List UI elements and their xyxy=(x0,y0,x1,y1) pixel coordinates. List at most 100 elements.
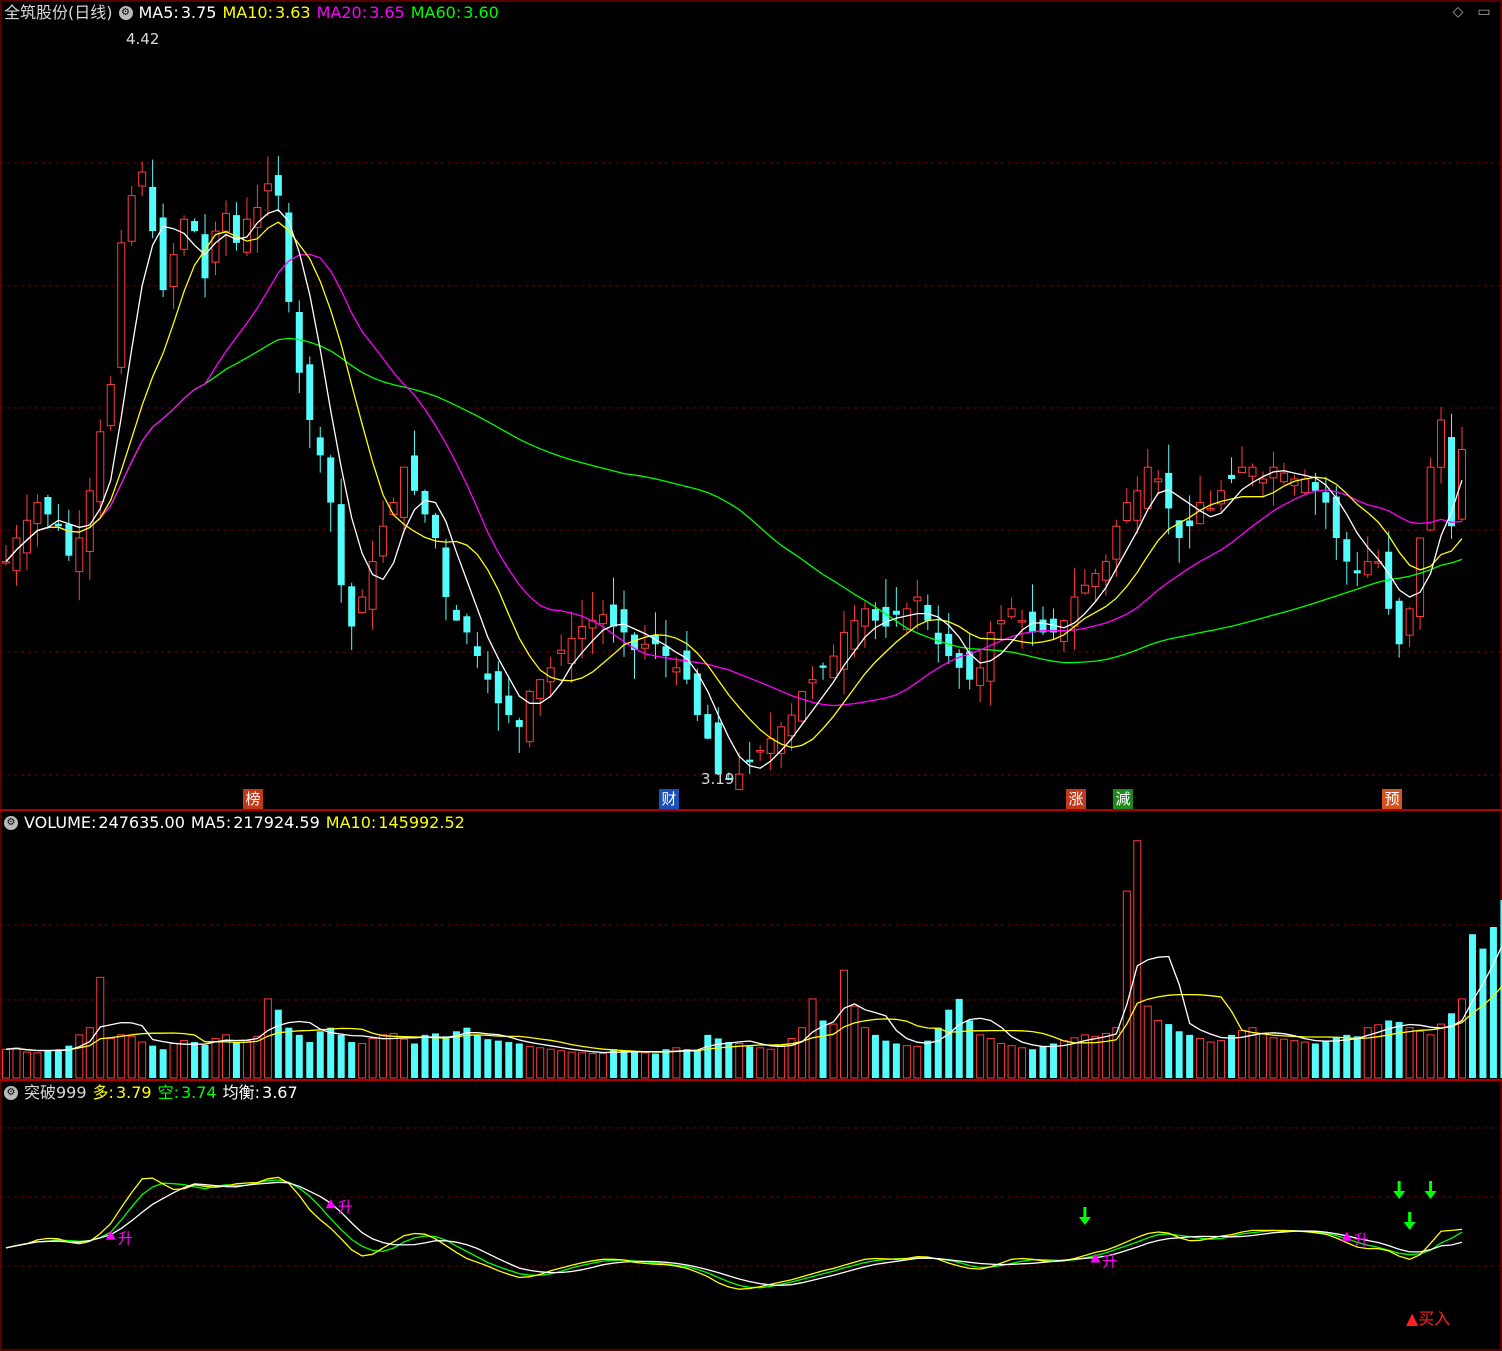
volume-bar xyxy=(1143,1005,1152,1079)
candle-up xyxy=(138,171,147,187)
candle-down xyxy=(201,234,209,279)
indicator-header: ⚙ 突破999 多: 3.79 空: 3.74 均衡: 3.67 xyxy=(4,1082,298,1104)
candle-up xyxy=(22,519,31,554)
volume-bar xyxy=(766,1048,775,1079)
candle-up xyxy=(1112,525,1121,560)
event-badge-bang[interactable]: 榜 xyxy=(243,789,263,809)
volume-bar xyxy=(1186,1034,1194,1078)
volume-bar xyxy=(232,1042,240,1078)
volume-bar xyxy=(306,1042,314,1078)
volume-bar xyxy=(484,1039,492,1078)
rise-label: 升 xyxy=(1102,1253,1117,1271)
volume-bar xyxy=(2,1048,10,1079)
candle-up xyxy=(536,679,545,699)
rise-label: 升 xyxy=(118,1230,133,1248)
down-arrow-head xyxy=(1424,1191,1437,1199)
chart-canvas[interactable]: 升升升升 xyxy=(0,0,1502,1351)
volume-bar xyxy=(839,969,848,1079)
candle-down xyxy=(411,455,419,491)
volume-bar xyxy=(1133,840,1142,1079)
down-arrow-head xyxy=(1393,1191,1406,1199)
event-badge-yu[interactable]: 预 xyxy=(1382,789,1402,809)
volume-bar xyxy=(379,1034,388,1079)
candle-up xyxy=(242,218,251,253)
volume-bar xyxy=(1458,998,1466,1079)
volume-bar xyxy=(997,1042,1006,1079)
volume-bar xyxy=(149,1045,157,1078)
candle-down xyxy=(871,609,879,621)
candle-up xyxy=(169,254,178,287)
gear-icon[interactable]: ⚙ xyxy=(118,6,133,20)
event-badge-cai[interactable]: 财 xyxy=(659,789,679,809)
rise-label: 升 xyxy=(1354,1231,1369,1249)
volume-bar xyxy=(473,1034,481,1078)
candle-up xyxy=(96,431,105,503)
candle-up xyxy=(221,212,230,232)
volume-bar xyxy=(1175,1031,1183,1078)
volume-bar xyxy=(819,1020,827,1078)
candle-down xyxy=(473,646,481,657)
volume-bar xyxy=(693,1050,701,1078)
candle-down xyxy=(1311,482,1319,491)
volume-bar xyxy=(85,1027,94,1079)
volume-bar xyxy=(138,1041,147,1079)
volume-bar xyxy=(285,1027,293,1078)
volume-label: VOLUME: xyxy=(24,813,97,832)
candle-down xyxy=(955,653,963,668)
volume-bar xyxy=(1405,1027,1414,1079)
volume-bar xyxy=(180,1040,189,1079)
candle-up xyxy=(640,643,649,649)
candle-down xyxy=(1029,611,1037,633)
gear-icon[interactable]: ⚙ xyxy=(4,816,18,830)
volume-bar xyxy=(777,1045,786,1079)
candle-down xyxy=(746,759,754,763)
candle-down xyxy=(610,604,618,627)
volume-bar xyxy=(536,1047,545,1079)
volume-bar xyxy=(452,1031,460,1078)
kong-label: 空: xyxy=(157,1083,179,1102)
volume-bar xyxy=(640,1052,649,1079)
candle-up xyxy=(850,620,859,650)
vol-ma10-label: MA10: xyxy=(325,813,377,832)
volume-bar xyxy=(546,1048,555,1079)
volume-bar xyxy=(1228,1034,1236,1078)
ma5-label: MA5: xyxy=(138,3,179,22)
candle-up xyxy=(1458,448,1466,520)
volume-bar xyxy=(54,1049,62,1078)
candle-down xyxy=(316,437,324,456)
candle-up xyxy=(1258,478,1267,484)
candle-up xyxy=(2,561,10,564)
volume-bar xyxy=(1353,1036,1361,1078)
candle-down xyxy=(484,673,492,680)
candle-down xyxy=(442,547,450,598)
volume-bar xyxy=(1101,1032,1110,1079)
candle-down xyxy=(159,217,167,291)
volume-bar xyxy=(1018,1047,1027,1079)
volume-bar xyxy=(358,1042,367,1079)
gear-icon[interactable]: ⚙ xyxy=(4,1086,18,1100)
window-icon[interactable]: ▭ xyxy=(1476,4,1492,20)
down-arrow-head xyxy=(1403,1222,1416,1230)
candle-up xyxy=(1091,572,1100,588)
candle-down xyxy=(44,497,52,515)
volume-bar xyxy=(1290,1040,1299,1079)
volume-bar xyxy=(1269,1037,1278,1079)
volume-bar xyxy=(242,1040,251,1079)
diamond-icon[interactable]: ◇ xyxy=(1450,4,1466,20)
candle-up xyxy=(400,466,409,518)
event-badge-jian[interactable]: 減 xyxy=(1113,789,1133,809)
volume-bar xyxy=(1322,1040,1330,1078)
volume-bar xyxy=(211,1037,220,1079)
duo-label: 多: xyxy=(92,1083,114,1102)
vol-ma5-value: 217924.59 xyxy=(233,813,320,832)
candle-up xyxy=(379,525,388,557)
volume-bar xyxy=(421,1034,429,1078)
volume-bar xyxy=(525,1045,534,1079)
volume-bar xyxy=(924,1040,932,1078)
volume-bar xyxy=(945,1009,953,1078)
candle-up xyxy=(1426,466,1435,531)
event-badge-zhang[interactable]: 涨 xyxy=(1066,789,1086,809)
candle-up xyxy=(1248,466,1257,477)
candle-up xyxy=(1405,608,1414,636)
candle-up xyxy=(913,596,922,602)
